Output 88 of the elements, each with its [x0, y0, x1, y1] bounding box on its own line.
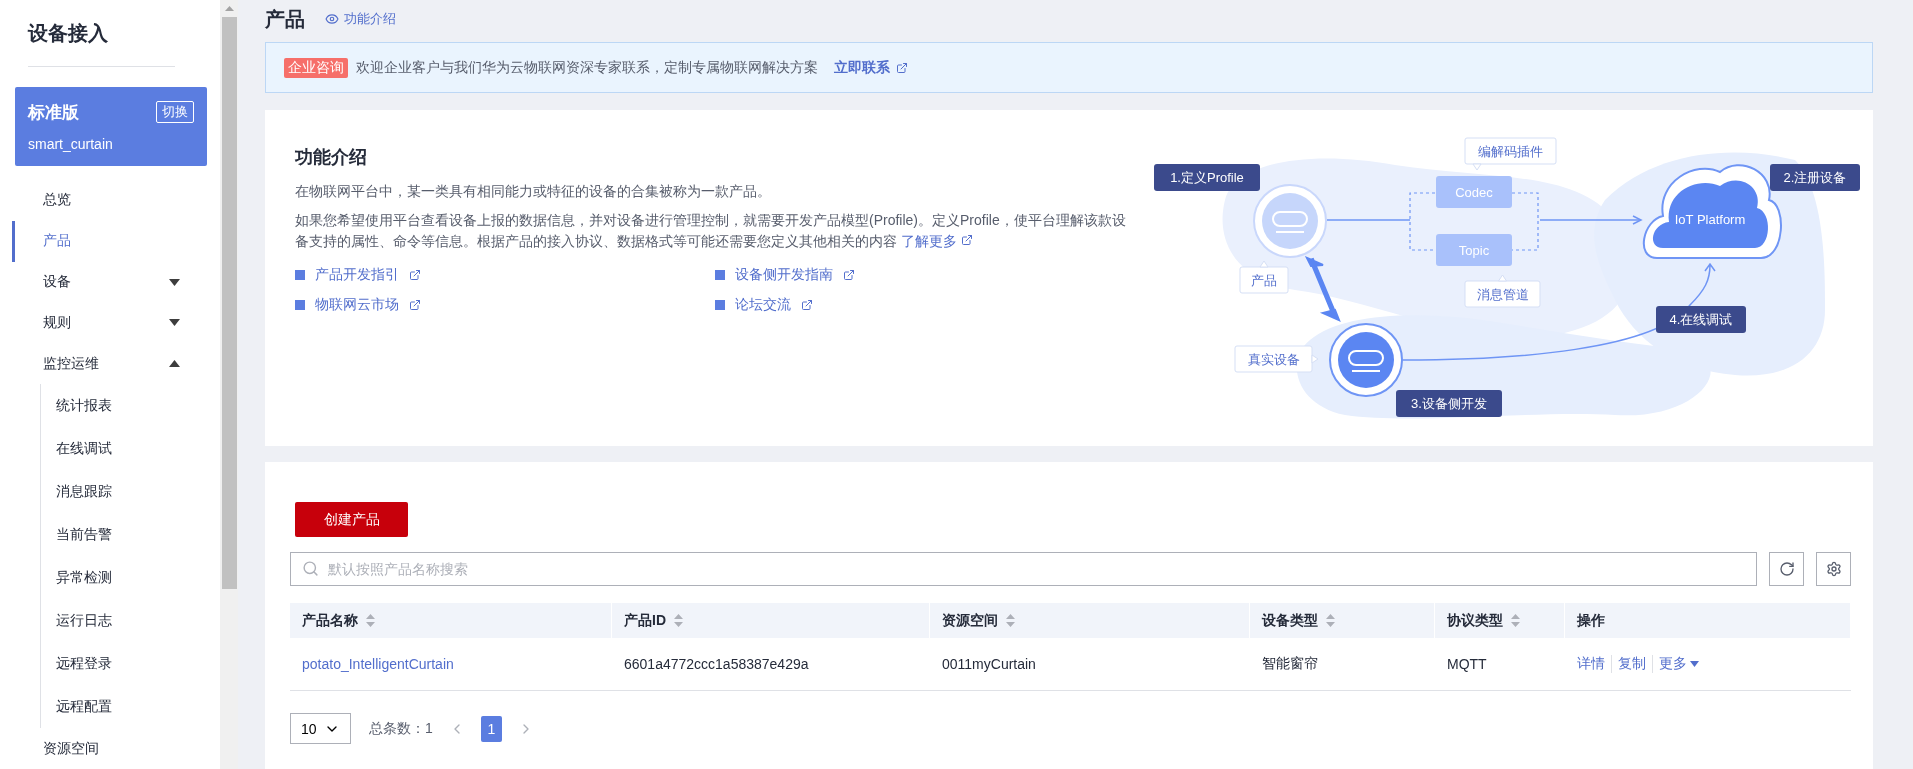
callout-label: 产品 [1239, 260, 1289, 294]
nav-item[interactable]: 资源空间 [12, 728, 220, 769]
page-button[interactable]: 1 [480, 715, 502, 742]
intro-paragraph: 如果您希望使用平台查看设备上报的数据信息，并对设备进行管理控制，就需要开发产品模型(Profile)。定义Profile，使平台理解该款设备支持的属性、命令等信息。根据产品的接入协议、数据格式等可能还需要您定义其他相关的内容 了解更多 [295, 211, 1127, 251]
nav-item[interactable]: 在线调试 [53, 427, 220, 471]
column-header: 操作 [1577, 611, 1605, 630]
channel-box: Codec [1436, 176, 1512, 208]
table-cell-text: 0011myCurtain [941, 656, 1037, 672]
search-icon [302, 560, 319, 577]
caret-icon [169, 278, 180, 286]
sort-icon[interactable] [1511, 614, 1520, 627]
callout-label: 消息管道 [1464, 274, 1541, 308]
external-link-icon [801, 299, 813, 311]
intro-link[interactable]: 功能介绍 [325, 10, 396, 28]
nav-item[interactable]: 消息跟踪 [53, 470, 220, 514]
total-count: 总条数：1 [369, 719, 433, 738]
refresh-button[interactable] [1769, 552, 1804, 586]
column-header: 设备类型 [1262, 611, 1318, 630]
column-header: 协议类型 [1447, 611, 1503, 630]
intro-paragraph: 在物联网平台中，某一类具有相同能力或特征的设备的合集被称为一款产品。 [295, 182, 772, 201]
action-link[interactable]: 详情 [1577, 655, 1611, 673]
nav-item[interactable]: 当前告警 [53, 513, 220, 557]
column-header: 资源空间 [942, 611, 998, 630]
nav-item[interactable]: 规则 [12, 302, 220, 344]
table-cell-text: 智能窗帘 [1261, 655, 1319, 673]
switch-button[interactable]: 切换 [156, 101, 194, 124]
sort-icon[interactable] [674, 614, 683, 627]
nav-item[interactable]: 统计报表 [53, 384, 220, 428]
product-link[interactable]: potato_IntelligentCurtain [290, 656, 612, 672]
sort-icon[interactable] [1326, 614, 1335, 627]
nav-item[interactable]: 设备 [12, 261, 220, 303]
column-header: 产品ID [624, 611, 666, 630]
refresh-icon [1778, 561, 1795, 577]
learn-more-link[interactable]: 了解更多 [900, 233, 973, 249]
nav-item[interactable]: 总览 [12, 179, 220, 221]
callout-label: 编解码插件 [1464, 137, 1557, 171]
table-cell-text: 6601a4772ccc1a58387e429a [623, 656, 810, 672]
edition-name: 标准版 [28, 101, 79, 124]
step-label: 4.在线调试 [1656, 306, 1746, 333]
scrollbar[interactable] [220, 0, 238, 769]
step-label: 3.设备侧开发 [1396, 390, 1502, 417]
external-link-icon [896, 61, 908, 74]
consult-tag: 企业咨询 [284, 57, 348, 78]
bullet-icon [715, 270, 725, 280]
nav-item[interactable]: 远程配置 [53, 685, 220, 729]
bullet-icon [295, 270, 305, 280]
banner-text: 欢迎企业客户与我们华为云物联网资深专家联系，定制专属物联网解决方案 [356, 58, 818, 77]
guide-link[interactable]: 物联网云市场 [295, 296, 715, 314]
intro-title: 功能介绍 [295, 146, 368, 169]
eye-icon [325, 12, 339, 26]
nav-item[interactable]: 监控运维 [12, 343, 220, 385]
external-link-icon [960, 234, 973, 246]
sort-icon[interactable] [1006, 614, 1015, 627]
settings-icon [1825, 561, 1842, 577]
sidebar-title: 设备接入 [26, 21, 109, 46]
channel-box: Topic [1436, 234, 1512, 266]
caret-icon [169, 360, 180, 368]
caret-icon [1690, 661, 1699, 667]
double-arrow [1304, 255, 1341, 322]
page-size-select[interactable]: 10 [290, 713, 351, 744]
instance-name: smart_curtain [28, 135, 114, 152]
settings-button[interactable] [1816, 552, 1851, 586]
page-title: 产品 [265, 6, 305, 32]
action-link[interactable]: 复制 [1611, 655, 1652, 673]
guide-link[interactable]: 产品开发指引 [295, 266, 715, 284]
table-cell-text: MQTT [1446, 656, 1488, 672]
callout-label: 真实设备 [1234, 345, 1319, 373]
step-label: 2.注册设备 [1770, 164, 1860, 191]
platform-label: IoT Platform [1674, 212, 1746, 227]
create-product-button[interactable]: 创建产品 [295, 502, 408, 537]
action-link[interactable]: 更多 [1652, 655, 1705, 673]
bullet-icon [295, 300, 305, 310]
bullet-icon [715, 300, 725, 310]
column-header: 产品名称 [302, 611, 358, 630]
external-link-icon [843, 269, 855, 281]
caret-icon [169, 319, 180, 327]
nav-item[interactable]: 异常检测 [53, 556, 220, 600]
sort-icon[interactable] [366, 614, 375, 627]
step-label: 1.定义Profile [1154, 164, 1260, 191]
contact-link[interactable]: 立即联系 [834, 58, 908, 77]
nav-item[interactable]: 运行日志 [53, 599, 220, 643]
search-field[interactable]: 默认按照产品名称搜索 [290, 552, 1757, 586]
nav-item[interactable]: 远程登录 [53, 642, 220, 686]
external-link-icon [409, 299, 421, 311]
external-link-icon [409, 269, 421, 281]
guide-link[interactable]: 论坛交流 [715, 296, 1135, 314]
guide-link[interactable]: 设备侧开发指南 [715, 266, 1135, 284]
scroll-up-icon[interactable] [224, 6, 234, 11]
